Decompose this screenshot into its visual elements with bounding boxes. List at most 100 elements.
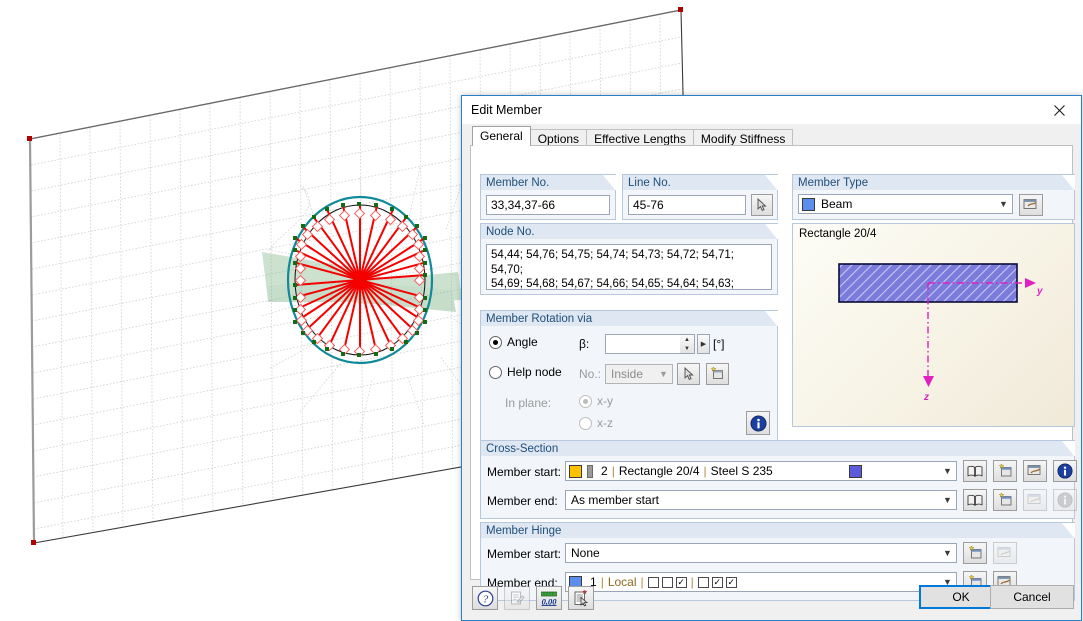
axis-z-arrow [923, 376, 934, 387]
radio-mark [579, 416, 592, 430]
dialog-titlebar: Edit Member [462, 96, 1081, 124]
group-line-no: Line No. 45-76 [622, 174, 778, 220]
edit-table-icon [1023, 199, 1037, 209]
tab-page-general: Member No. 33,34,37-66 Line No. 45-76 Me… [470, 145, 1077, 601]
cross-section-start-library-button[interactable] [963, 460, 987, 482]
section-color-swatch [569, 464, 582, 478]
chevron-down-icon: ▼ [943, 466, 952, 476]
line-no-pick-button[interactable] [751, 194, 773, 216]
material-color-swatch [849, 464, 863, 478]
line-no-input[interactable]: 45-76 [628, 195, 746, 215]
in-plane-xy-label: x-y [597, 394, 613, 408]
cancel-button-label: Cancel [1013, 590, 1051, 604]
member-hinge-start-edit-button [993, 542, 1017, 564]
cancel-button[interactable]: Cancel [990, 585, 1074, 609]
spinner-up-icon[interactable]: ▲ [680, 335, 694, 344]
cross-section-start-combo[interactable]: 2 | Rectangle 20/4 | Steel S 235 ▼ [565, 461, 957, 481]
in-plane-xz-label: x-z [597, 416, 613, 430]
info-icon [1057, 463, 1073, 479]
help-node-combo[interactable]: Inside ▼ [605, 364, 673, 384]
new-hinge-icon [968, 546, 981, 559]
group-member-no: Member No. 33,34,37-66 [480, 174, 616, 220]
group-cross-section-label: Cross-Section [480, 440, 1075, 457]
member-no-input[interactable]: 33,34,37-66 [486, 195, 610, 215]
in-plane-xz-radio[interactable]: x-z [579, 416, 613, 430]
axis-y-arrow [1025, 278, 1036, 288]
member-type-edit-button[interactable] [1019, 194, 1043, 216]
units-button[interactable]: 0,00 [536, 586, 562, 610]
edit-member-dialog[interactable]: Edit Member General Options Effective Le… [461, 95, 1082, 621]
cross-section-preview: Rectangle 20/4 y z [792, 223, 1075, 427]
tab-effective-lengths-label: Effective Lengths [594, 132, 686, 146]
member-type-color-swatch [802, 197, 815, 211]
node-no-input[interactable]: 54,44; 54,76; 54,75; 54,74; 54,73; 54,72… [486, 244, 772, 290]
section-number: 2 [601, 464, 608, 478]
new-object-icon [711, 367, 723, 379]
member-hinge-start-new-button[interactable] [963, 542, 987, 564]
beta-input[interactable] [605, 334, 680, 354]
help-node-pick-button[interactable] [677, 363, 700, 385]
close-glyph [1053, 104, 1065, 116]
radio-mark [579, 394, 592, 408]
rotation-info-button[interactable] [746, 411, 770, 435]
cross-section-start-new-button[interactable] [993, 460, 1017, 482]
rotation-angle-radio[interactable]: Angle [489, 335, 538, 349]
tabstrip: General Options Effective Lengths Modify… [472, 126, 794, 147]
close-icon[interactable] [1037, 97, 1081, 124]
cross-section-end-new-button[interactable] [993, 489, 1017, 511]
help-button[interactable]: ? [472, 586, 498, 610]
beta-spinbox[interactable]: ▲ ▼ ▶ [605, 334, 710, 354]
cross-section-end-library-button[interactable] [963, 489, 987, 511]
cross-section-end-combo[interactable]: As member start ▼ [565, 490, 957, 510]
info-icon [750, 415, 766, 431]
chevron-down-icon: ▼ [659, 369, 668, 379]
tab-general[interactable]: General [472, 126, 531, 146]
help-node-new-button[interactable] [706, 363, 729, 385]
member-type-combo[interactable]: Beam ▼ [798, 194, 1013, 214]
rotation-help-node-radio[interactable]: Help node [489, 365, 562, 379]
cross-section-start-edit-button[interactable] [1023, 460, 1047, 482]
preview-svg: y z [838, 263, 1043, 403]
rotation-angle-label: Angle [507, 335, 538, 349]
beta-spinner[interactable]: ▲ ▼ [680, 334, 695, 354]
library-book-icon [967, 494, 983, 506]
new-section-icon [998, 464, 1011, 477]
radio-mark [489, 365, 502, 379]
cross-section-start-label: Member start: [487, 465, 562, 479]
axis-y-label: y [1036, 286, 1043, 297]
help-node-no-label: No.: [579, 367, 602, 381]
group-member-rotation: Member Rotation via Angle β: ▲ ▼ ▶ [°] H… [480, 310, 778, 443]
group-node-no: Node No. 54,44; 54,76; 54,75; 54,74; 54,… [480, 223, 778, 295]
new-section-icon [998, 493, 1011, 506]
pick-cursor-icon [757, 198, 767, 211]
beta-more-button[interactable]: ▶ [697, 334, 710, 354]
spinner-down-icon[interactable]: ▼ [680, 344, 694, 353]
group-member-no-label: Member No. [480, 174, 616, 191]
beta-unit-label: [°] [713, 337, 725, 351]
member-hinge-start-combo[interactable]: None ▼ [565, 543, 957, 563]
axis-z-label: z [923, 392, 929, 403]
chevron-down-icon: ▼ [943, 548, 952, 558]
info-icon [1057, 492, 1073, 508]
select-report-button[interactable] [568, 586, 594, 610]
pick-cursor-icon [684, 367, 694, 380]
in-plane-label: In plane: [505, 396, 552, 410]
help-node-value: Inside [611, 367, 644, 381]
sep: | [703, 464, 707, 478]
units-0-00-icon: 0,00 [541, 591, 557, 606]
rotation-help-node-label: Help node [507, 365, 562, 379]
sep: | [611, 464, 615, 478]
radio-mark [489, 335, 502, 349]
edit-section-icon [1027, 494, 1041, 504]
help-question-icon: ? [477, 590, 493, 606]
cross-section-end-value: As member start [571, 493, 660, 507]
member-type-value: Beam [821, 197, 853, 211]
cross-section-start-info-button[interactable] [1053, 460, 1077, 482]
section-name: Rectangle 20/4 [618, 464, 700, 478]
section-bar-icon [587, 464, 593, 478]
group-member-hinge-label: Member Hinge [480, 522, 1075, 539]
cross-section-end-edit-button [1023, 489, 1047, 511]
in-plane-xy-radio[interactable]: x-y [579, 394, 613, 408]
tab-options-label: Options [537, 132, 580, 146]
cross-section-end-label: Member end: [487, 494, 558, 508]
